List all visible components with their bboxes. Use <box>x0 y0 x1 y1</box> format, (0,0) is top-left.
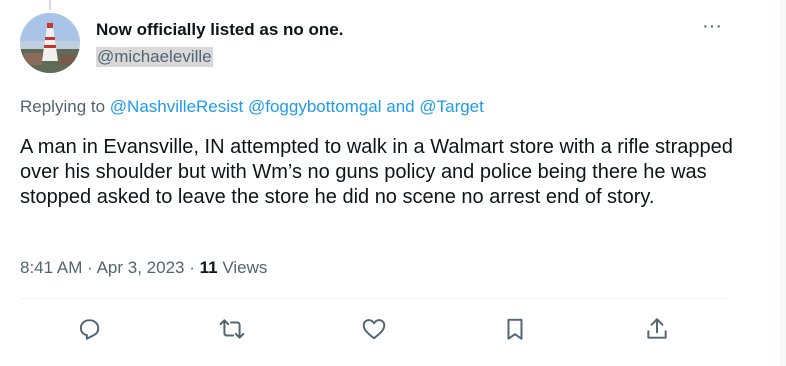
author-name[interactable]: Now officially listed as no one. <box>96 20 344 40</box>
share-button[interactable] <box>644 316 670 342</box>
avatar-image <box>20 13 80 73</box>
retweet-button[interactable] <box>219 316 245 342</box>
replying-to: Replying to @NashvilleResist @foggybotto… <box>20 97 484 117</box>
mention-foggybottomgal[interactable]: @foggybottomgal <box>248 97 382 116</box>
tweet-text: A man in Evansville, IN attempted to wal… <box>20 136 733 208</box>
mention-nashvilleresist[interactable]: @NashvilleResist <box>110 97 243 116</box>
tweet-meta: 8:41 AM · Apr 3, 2023 · 11 Views <box>20 258 267 278</box>
views-count: 11 <box>199 258 218 277</box>
scrollbar-track[interactable] <box>780 0 786 366</box>
meta-separator: · <box>189 258 195 277</box>
tweet-time[interactable]: 8:41 AM <box>20 258 82 277</box>
replying-and[interactable]: and <box>386 97 414 116</box>
retweet-icon <box>219 319 245 339</box>
like-icon <box>362 319 386 340</box>
author-handle[interactable]: @michaeleville <box>96 47 213 67</box>
meta-separator: · <box>87 258 93 277</box>
reply-button[interactable] <box>76 316 102 342</box>
mention-target[interactable]: @Target <box>419 97 484 116</box>
more-options-icon[interactable]: ··· <box>702 16 722 36</box>
replying-prefix: Replying to <box>20 97 106 116</box>
reply-icon <box>79 319 100 340</box>
avatar[interactable] <box>20 13 80 73</box>
bookmark-button[interactable] <box>502 316 528 342</box>
thread-connector-line <box>49 0 51 10</box>
share-icon <box>647 318 667 339</box>
views-label: Views <box>222 258 268 277</box>
tweet-date[interactable]: Apr 3, 2023 <box>97 258 185 277</box>
like-button[interactable] <box>361 316 387 342</box>
bookmark-icon <box>507 318 523 340</box>
divider <box>20 298 728 299</box>
